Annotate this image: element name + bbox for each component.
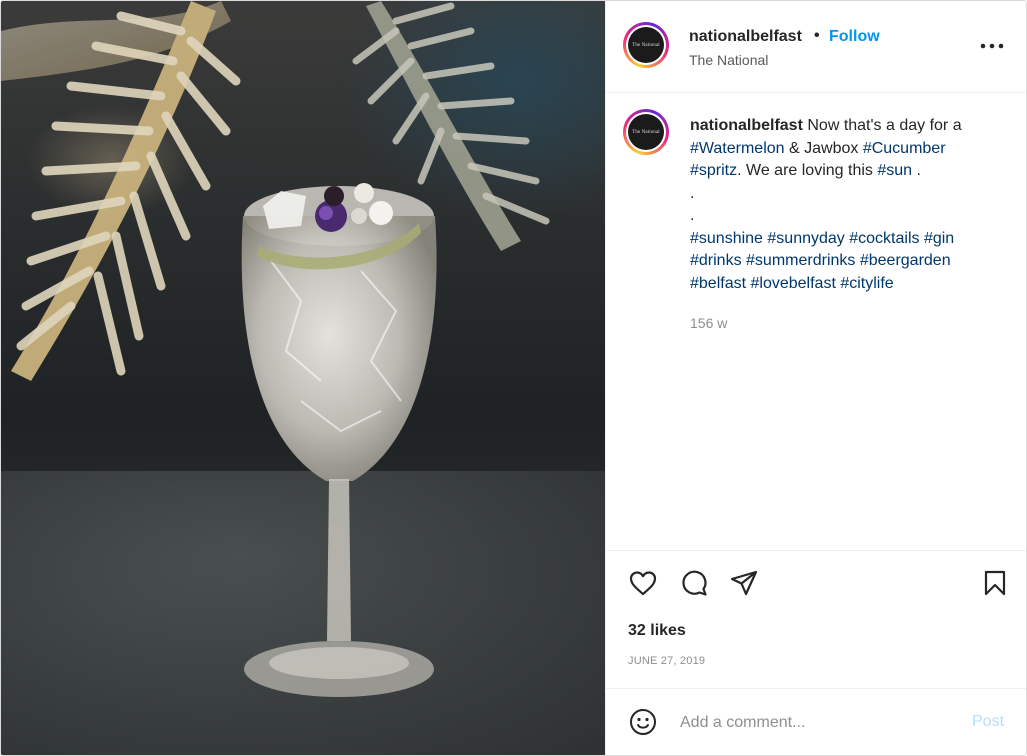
hashtag[interactable]: #lovebelfast	[751, 275, 836, 292]
caption-text-line3-end: .	[912, 162, 921, 179]
comment-button[interactable]	[679, 568, 709, 598]
post-modal: The National nationalbelfast • Follow Th…	[0, 0, 1027, 756]
hashtag[interactable]: #gin	[924, 230, 954, 247]
comment-input[interactable]	[678, 711, 952, 735]
avatar-logo-text: The National	[632, 42, 660, 48]
caption-text-line3: . We are loving this	[737, 162, 878, 179]
emoji-button[interactable]	[628, 707, 658, 737]
hashtag[interactable]: #beergarden	[860, 252, 951, 269]
post-details-panel: The National nationalbelfast • Follow Th…	[605, 1, 1026, 755]
author-username[interactable]: nationalbelfast	[689, 28, 802, 46]
smiley-icon	[630, 709, 656, 735]
save-button[interactable]	[980, 568, 1010, 598]
hashtag[interactable]: #drinks	[690, 252, 742, 269]
more-horizontal-icon	[980, 43, 1004, 49]
post-date: JUNE 27, 2019	[628, 655, 706, 667]
heart-icon	[629, 571, 657, 596]
follow-button[interactable]: Follow	[829, 28, 880, 46]
caption-dot-1: .	[690, 184, 695, 202]
caption-text-line2: & Jawbox	[784, 139, 863, 157]
share-button[interactable]	[729, 568, 759, 598]
caption-username[interactable]: nationalbelfast	[690, 117, 803, 134]
hashtag-watermelon[interactable]: #Watermelon	[690, 140, 785, 157]
like-button[interactable]	[628, 568, 658, 598]
hashtag[interactable]: #sunnyday	[767, 230, 844, 247]
avatar[interactable]: The National	[623, 22, 669, 68]
avatar-image: The National	[628, 27, 664, 63]
paper-plane-icon	[730, 570, 758, 596]
caption-avatar[interactable]: The National	[623, 109, 669, 155]
caption-avatar-logo-text: The National	[632, 129, 660, 135]
caption-section: The National nationalbelfast Now that's …	[606, 93, 1026, 551]
caption-text-line1: Now that's a day for a	[807, 117, 962, 134]
post-header: The National nationalbelfast • Follow Th…	[606, 1, 1026, 93]
comment-form: Post	[606, 688, 1026, 755]
comment-bubble-icon	[682, 570, 707, 596]
hashtag[interactable]: #cocktails	[849, 230, 919, 247]
more-options-button[interactable]	[979, 36, 1005, 56]
hashtag-spritz[interactable]: #spritz	[690, 162, 737, 179]
caption-text: nationalbelfast Now that's a day for a #…	[690, 115, 1000, 295]
likes-count[interactable]: 32 likes	[628, 622, 686, 640]
caption-dot-2: .	[690, 207, 695, 224]
bookmark-icon	[984, 570, 1006, 596]
hashtag[interactable]: #summerdrinks	[746, 252, 855, 269]
header-separator: •	[814, 27, 820, 44]
caption-timestamp[interactable]: 156 w	[690, 315, 727, 331]
hashtag-cucumber[interactable]: #Cucumber	[863, 140, 946, 157]
location-link[interactable]: The National	[689, 52, 768, 68]
caption-avatar-image: The National	[628, 114, 664, 150]
post-comment-button[interactable]: Post	[972, 713, 1004, 731]
hashtag[interactable]: #sunshine	[690, 230, 763, 247]
cocktail-photo-illustration	[1, 1, 605, 755]
hashtag[interactable]: #citylife	[840, 275, 893, 292]
hashtag-sun[interactable]: #sun	[877, 162, 912, 179]
hashtag[interactable]: #belfast	[690, 275, 746, 292]
post-photo[interactable]	[1, 1, 605, 755]
post-actions	[606, 551, 1026, 611]
